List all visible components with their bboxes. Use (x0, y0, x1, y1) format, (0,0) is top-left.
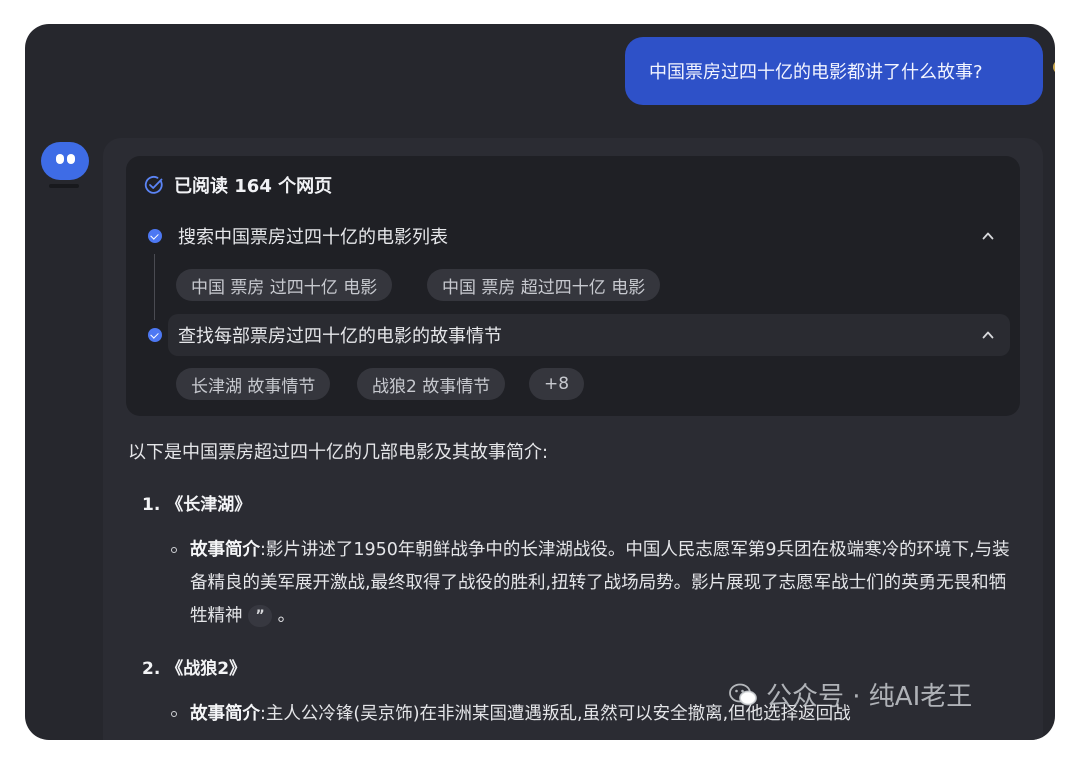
answer-intro: 以下是中国票房超过四十亿的几部电影及其故事简介: (128, 442, 549, 463)
user-message-bubble: 中国票房过四十亿的电影都讲了什么故事? (625, 37, 1043, 105)
wechat-icon (729, 683, 757, 705)
user-message-text: 中国票房过四十亿的电影都讲了什么故事? (649, 62, 983, 83)
watermark-text: 公众号 · 纯AI老王 (766, 682, 973, 712)
bot-avatar (41, 142, 89, 180)
search-step-2-label: 查找每部票房过四十亿的电影的故事情节 (178, 326, 502, 347)
search-summary-card: 已阅读 164 个网页 搜索中国票房过四十亿的电影列表 中国 票房 过四十亿 电… (126, 156, 1020, 416)
step-check-icon (148, 328, 162, 342)
bullet (171, 711, 177, 717)
answer-item-2-heading: 2. 《战狼2》 (142, 659, 247, 679)
chevron-up-icon[interactable] (982, 329, 994, 341)
step-check-icon (148, 229, 162, 243)
search-chip[interactable]: 中国 票房 超过四十亿 电影 (427, 269, 661, 301)
search-chip[interactable]: 战狼2 故事情节 (357, 368, 506, 400)
bot-avatar-shadow (49, 184, 79, 188)
quote-icon[interactable]: ” (248, 605, 273, 627)
more-sources-chip[interactable]: +8 (529, 368, 585, 400)
user-avatar[interactable] (1053, 60, 1055, 74)
search-chip[interactable]: 中国 票房 过四十亿 电影 (176, 269, 393, 301)
read-pages-header[interactable]: 已阅读 164 个网页 (144, 172, 332, 198)
search-step-2[interactable]: 查找每部票房过四十亿的电影的故事情节 (168, 314, 1010, 356)
watermark: 公众号 · 纯AI老王 (728, 676, 972, 713)
bot-eye-left (56, 154, 64, 164)
chat-window: 中国票房过四十亿的电影都讲了什么故事? 已阅读 164 个网页 搜索中国票房过四… (25, 24, 1055, 740)
step-connector (154, 254, 155, 320)
search-step-1-label: 搜索中国票房过四十亿的电影列表 (178, 227, 448, 248)
search-step-1[interactable]: 搜索中国票房过四十亿的电影列表 (168, 220, 1010, 252)
bot-eye-right (67, 154, 75, 164)
chevron-up-icon[interactable] (982, 230, 994, 242)
check-circle-icon (144, 175, 163, 194)
answer-item-1-summary: 故事简介:影片讲述了1950年朝鲜战争中的长津湖战役。中国人民志愿军第9兵团在极… (190, 540, 1010, 627)
search-chip[interactable]: 长津湖 故事情节 (176, 368, 331, 400)
bullet (171, 547, 177, 553)
read-pages-label: 已阅读 164 个网页 (174, 176, 333, 197)
answer-item-1-heading: 1. 《长津湖》 (142, 495, 252, 515)
